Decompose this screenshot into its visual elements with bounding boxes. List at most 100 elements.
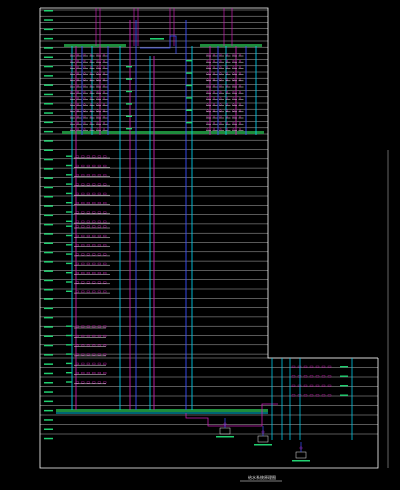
fixture-symbol-icon bbox=[103, 281, 107, 284]
fixture-symbol-icon bbox=[103, 234, 107, 237]
fixture-symbol-icon bbox=[102, 72, 105, 75]
fixture-symbol-icon bbox=[206, 128, 209, 131]
fixture-symbol-icon bbox=[238, 53, 241, 56]
fixture-symbol-icon bbox=[81, 174, 85, 177]
fixture-symbol-icon bbox=[212, 60, 215, 63]
fixture-symbol-icon bbox=[86, 174, 90, 177]
fixture-label bbox=[66, 225, 72, 227]
fixture-symbol-icon bbox=[81, 253, 85, 256]
fixture-symbol-icon bbox=[92, 362, 96, 365]
fixture-symbol-icon bbox=[212, 121, 215, 124]
fixture-symbol-icon bbox=[232, 84, 235, 87]
fixture-symbol-icon bbox=[103, 220, 107, 223]
fixture-symbol-icon bbox=[212, 115, 215, 118]
floor-level-label bbox=[44, 149, 53, 151]
fixture-symbol-icon bbox=[103, 174, 107, 177]
fixture-symbol-icon bbox=[83, 90, 86, 93]
fixture-symbol-icon bbox=[92, 372, 96, 375]
fixture-symbol-icon bbox=[232, 90, 235, 93]
riser-label bbox=[186, 97, 192, 99]
fixture-symbol-icon bbox=[86, 220, 90, 223]
fixture-symbol-icon bbox=[76, 66, 79, 69]
fixture-symbol-icon bbox=[238, 115, 241, 118]
fixture-symbol-icon bbox=[103, 225, 107, 228]
fixture-symbol-icon bbox=[103, 202, 107, 205]
fixture-symbol-icon bbox=[103, 372, 107, 375]
fixture-symbol-icon bbox=[76, 109, 79, 112]
fixture-symbol-icon bbox=[238, 121, 241, 124]
floor-level-label bbox=[44, 205, 53, 207]
fixture-symbol-icon bbox=[232, 66, 235, 69]
floor-level-label bbox=[44, 372, 53, 375]
fixture-symbol-icon bbox=[97, 164, 101, 167]
fixture-symbol-icon bbox=[97, 225, 101, 228]
fixture-symbol-icon bbox=[97, 253, 101, 256]
fixture-symbol-icon bbox=[96, 115, 99, 118]
fixture-symbol-icon bbox=[212, 84, 215, 87]
fixture-symbol-icon bbox=[103, 362, 107, 365]
fixture-symbol-icon bbox=[92, 290, 96, 293]
fixture-label bbox=[66, 202, 72, 204]
fixture-label bbox=[66, 262, 72, 265]
fixture-symbol-icon bbox=[103, 272, 107, 275]
fixture-symbol-icon bbox=[96, 128, 99, 131]
riser-label bbox=[186, 109, 192, 111]
basement-label bbox=[340, 366, 348, 368]
fixture-symbol-icon bbox=[238, 60, 241, 63]
fixture-symbol-icon bbox=[238, 103, 241, 106]
fixture-symbol-icon bbox=[103, 164, 107, 167]
fixture-groups bbox=[70, 53, 244, 385]
riser-label bbox=[126, 90, 132, 93]
floor-level-label bbox=[44, 112, 53, 114]
floor-lines bbox=[40, 9, 378, 435]
fixture-symbol-icon bbox=[83, 72, 86, 75]
meter-icon bbox=[295, 451, 307, 459]
fixture-label bbox=[66, 174, 72, 176]
floor-level-label bbox=[44, 251, 53, 254]
floor-level-label bbox=[44, 289, 53, 291]
fixture-symbol-icon bbox=[83, 121, 86, 124]
fixture-symbol-icon bbox=[83, 109, 86, 112]
riser-label bbox=[126, 78, 132, 80]
riser-label bbox=[186, 60, 192, 62]
basement-label bbox=[340, 385, 348, 387]
fixture-symbol-icon bbox=[232, 103, 235, 106]
fixture-symbol-icon bbox=[96, 66, 99, 69]
fixture-symbol-icon bbox=[219, 60, 222, 63]
frame-outline-top bbox=[40, 7, 378, 359]
fixture-symbol-icon bbox=[212, 66, 215, 69]
fixture-symbol-icon bbox=[102, 109, 105, 112]
basement-label bbox=[340, 394, 348, 396]
fixture-symbol-icon bbox=[238, 78, 241, 81]
fixture-symbol-icon bbox=[83, 66, 86, 69]
fixture-symbol-icon bbox=[102, 60, 105, 63]
floor-level-label bbox=[44, 391, 53, 393]
fixture-symbol-icon bbox=[102, 121, 105, 124]
fixture-symbol-icon bbox=[219, 90, 222, 93]
riser-label bbox=[126, 115, 132, 117]
fixture-label bbox=[66, 211, 72, 213]
floor-level-label bbox=[44, 196, 53, 198]
floor-level-label bbox=[44, 363, 53, 365]
fixture-symbol-icon bbox=[238, 97, 241, 100]
riser-label bbox=[186, 122, 192, 124]
fixture-symbol-icon bbox=[206, 121, 209, 124]
fixture-symbol-icon bbox=[97, 220, 101, 223]
fixture-symbol-icon bbox=[102, 103, 105, 106]
fixture-symbol-icon bbox=[238, 72, 241, 75]
fixture-label bbox=[66, 334, 72, 337]
fixture-symbol-icon bbox=[232, 121, 235, 124]
floor-level-label bbox=[44, 316, 53, 319]
meter-icon bbox=[219, 427, 231, 435]
fixture-symbol-icon bbox=[92, 225, 96, 228]
fixture-symbol-icon bbox=[103, 192, 107, 195]
fixture-symbol-icon bbox=[83, 115, 86, 118]
fixture-symbol-icon bbox=[96, 72, 99, 75]
fixture-symbol-icon bbox=[97, 290, 101, 293]
fixture-symbol-icon bbox=[92, 202, 96, 205]
floor-level-label bbox=[44, 223, 53, 226]
floor-level-label bbox=[44, 93, 53, 96]
fixture-label bbox=[66, 155, 72, 157]
fixture-symbol-icon bbox=[206, 72, 209, 75]
riser-label bbox=[186, 72, 192, 74]
